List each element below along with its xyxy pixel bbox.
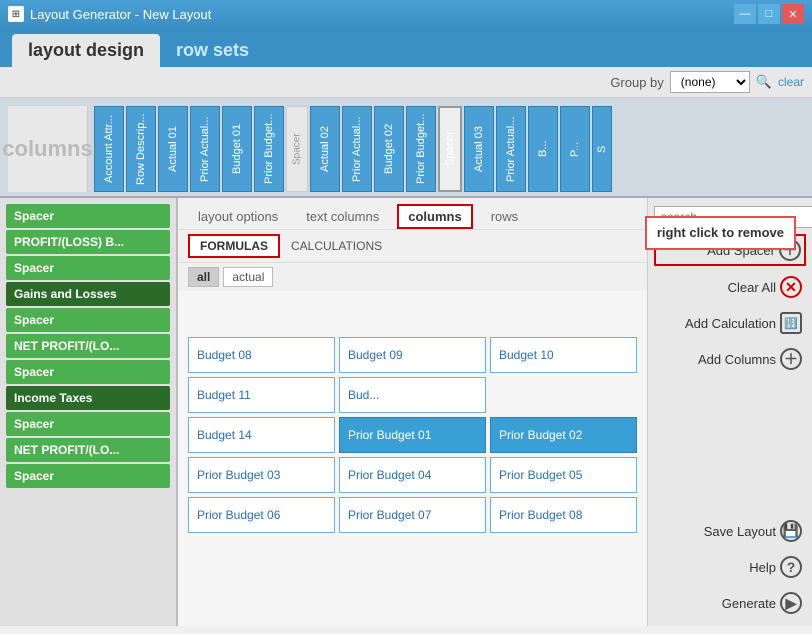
- save-layout-button[interactable]: Save Layout 💾: [654, 516, 806, 546]
- columns-scroll-area: columns Account Attr... Row Descrip... A…: [0, 98, 812, 198]
- col-prior-actual1[interactable]: Prior Actual...: [190, 106, 220, 192]
- col-row-descrip[interactable]: Row Descrip...: [126, 106, 156, 192]
- col-spacer2-active[interactable]: Spacer: [438, 106, 462, 192]
- groupby-label: Group by: [610, 75, 663, 90]
- grid-card-prior-budget06[interactable]: Prior Budget 06: [188, 497, 335, 533]
- maximize-button[interactable]: □: [758, 4, 780, 24]
- minimize-button[interactable]: —: [734, 4, 756, 24]
- generate-button[interactable]: Generate ▶: [654, 588, 806, 618]
- filter-all[interactable]: all: [188, 267, 219, 287]
- subtab-calculations[interactable]: CALCULATIONS: [280, 235, 393, 257]
- grid-card-empty-4[interactable]: [490, 377, 637, 413]
- tab-row-sets[interactable]: row sets: [160, 34, 265, 67]
- grid-card-budget09[interactable]: Budget 09: [339, 337, 486, 373]
- col-budget01[interactable]: Budget 01: [222, 106, 252, 192]
- titlebar: ⊞ Layout Generator - New Layout — □ ✕: [0, 0, 812, 28]
- center-area: layout options text columns columns rows…: [178, 198, 647, 626]
- tab-layout-design[interactable]: layout design: [12, 34, 160, 67]
- grid-card-budget08[interactable]: Budget 08: [188, 337, 335, 373]
- clear-all-label: Clear All: [728, 280, 776, 295]
- grid-card-prior-budget02[interactable]: Prior Budget 02: [490, 417, 637, 453]
- clear-all-icon: ✕: [780, 276, 802, 298]
- tab-text-columns[interactable]: text columns: [296, 205, 389, 228]
- sidebar-net-profit-2[interactable]: NET PROFIT/(LO...: [6, 438, 170, 462]
- grid-card-empty-2[interactable]: [339, 297, 486, 333]
- right-sidebar: 🔍 clear Add Spacer ＋ Clear All ✕ Add Cal…: [647, 198, 812, 626]
- add-calculation-icon: 🔢: [780, 312, 802, 334]
- nav-area: layout design row sets: [0, 28, 812, 67]
- columns-label-area: columns: [8, 106, 88, 192]
- right-click-tooltip: right click to remove: [645, 216, 796, 250]
- add-columns-icon: ＋: [780, 348, 802, 370]
- sidebar-spacer-6[interactable]: Spacer: [6, 464, 170, 488]
- filter-actual[interactable]: actual: [223, 267, 273, 287]
- grid-card-prior-budget05[interactable]: Prior Budget 05: [490, 457, 637, 493]
- col-s[interactable]: S: [592, 106, 612, 192]
- clear-all-button[interactable]: Clear All ✕: [654, 272, 806, 302]
- sidebar-spacer-2[interactable]: Spacer: [6, 256, 170, 280]
- columns-grid: Budget 08 Budget 09 Budget 10 Budget 11 …: [178, 291, 647, 626]
- grid-card-empty-1[interactable]: [188, 297, 335, 333]
- col-prior-actual3[interactable]: Prior Actual...: [496, 106, 526, 192]
- help-button[interactable]: Help ?: [654, 552, 806, 582]
- col-spacer1[interactable]: Spacer: [286, 106, 308, 192]
- grid-card-empty-3[interactable]: [490, 297, 637, 333]
- add-columns-button[interactable]: Add Columns ＋: [654, 344, 806, 374]
- close-button[interactable]: ✕: [782, 4, 804, 24]
- add-columns-label: Add Columns: [698, 352, 776, 367]
- col-actual01[interactable]: Actual 01: [158, 106, 188, 192]
- sub-tabs-row: FORMULAS CALCULATIONS: [178, 230, 647, 263]
- sidebar-spacer-1[interactable]: Spacer: [6, 204, 170, 228]
- grid-card-prior-budget07[interactable]: Prior Budget 07: [339, 497, 486, 533]
- col-budget02[interactable]: Budget 02: [374, 106, 404, 192]
- add-calculation-label: Add Calculation: [685, 316, 776, 331]
- col-prior-budget2[interactable]: Prior Budget...: [406, 106, 436, 192]
- left-sidebar: Spacer PROFIT/(LOSS) B... Spacer Gains a…: [0, 198, 178, 626]
- generate-icon: ▶: [780, 592, 802, 614]
- groupby-search-icon: 🔍: [756, 74, 772, 90]
- groupby-bar: Group by (none) 🔍 clear: [0, 67, 812, 98]
- sidebar-gains-losses[interactable]: Gains and Losses: [6, 282, 170, 306]
- help-icon: ?: [780, 556, 802, 578]
- sidebar-income-taxes[interactable]: Income Taxes: [6, 386, 170, 410]
- app-icon: ⊞: [8, 6, 24, 22]
- groupby-clear-link[interactable]: clear: [778, 75, 804, 89]
- generate-label: Generate: [722, 596, 776, 611]
- col-account-attr[interactable]: Account Attr...: [94, 106, 124, 192]
- col-actual03[interactable]: Actual 03: [464, 106, 494, 192]
- grid-card-bud[interactable]: Bud...: [339, 377, 486, 413]
- sidebar-spacer-3[interactable]: Spacer: [6, 308, 170, 332]
- sidebar-net-profit-1[interactable]: NET PROFIT/(LO...: [6, 334, 170, 358]
- col-prior-budget1[interactable]: Prior Budget...: [254, 106, 284, 192]
- grid-card-budget10[interactable]: Budget 10: [490, 337, 637, 373]
- save-layout-icon: 💾: [780, 520, 802, 542]
- sidebar-spacer-5[interactable]: Spacer: [6, 412, 170, 436]
- col-prior-actual2[interactable]: Prior Actual...: [342, 106, 372, 192]
- col-actual02[interactable]: Actual 02: [310, 106, 340, 192]
- options-tabs-row: layout options text columns columns rows: [178, 198, 647, 230]
- grid-card-prior-budget01[interactable]: Prior Budget 01: [339, 417, 486, 453]
- grid-card-prior-budget03[interactable]: Prior Budget 03: [188, 457, 335, 493]
- col-b[interactable]: B...: [528, 106, 558, 192]
- filter-tabs-row: all actual: [178, 263, 647, 291]
- add-calculation-button[interactable]: Add Calculation 🔢: [654, 308, 806, 338]
- grid-card-prior-budget04[interactable]: Prior Budget 04: [339, 457, 486, 493]
- tab-rows[interactable]: rows: [481, 205, 528, 228]
- window-title: Layout Generator - New Layout: [30, 7, 211, 22]
- tab-columns[interactable]: columns: [397, 204, 472, 229]
- sidebar-profit-1[interactable]: PROFIT/(LOSS) B...: [6, 230, 170, 254]
- main-content: Spacer PROFIT/(LOSS) B... Spacer Gains a…: [0, 198, 812, 626]
- grid-card-budget11[interactable]: Budget 11: [188, 377, 335, 413]
- save-layout-label: Save Layout: [704, 524, 776, 539]
- help-label: Help: [749, 560, 776, 575]
- grid-card-budget14[interactable]: Budget 14: [188, 417, 335, 453]
- grid-card-prior-budget08[interactable]: Prior Budget 08: [490, 497, 637, 533]
- sidebar-spacer-4[interactable]: Spacer: [6, 360, 170, 384]
- groupby-select[interactable]: (none): [670, 71, 750, 93]
- col-p[interactable]: P...: [560, 106, 590, 192]
- subtab-formulas[interactable]: FORMULAS: [188, 234, 280, 258]
- tab-layout-options[interactable]: layout options: [188, 205, 288, 228]
